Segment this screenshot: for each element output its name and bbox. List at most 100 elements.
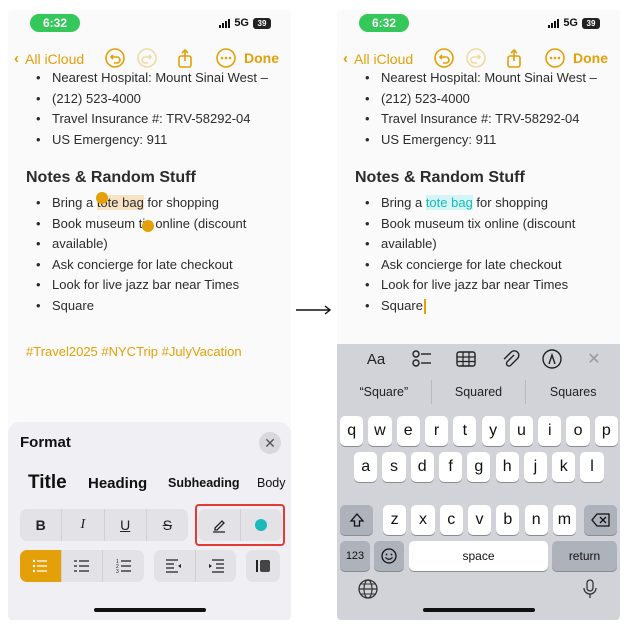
more-icon[interactable] xyxy=(544,47,566,69)
share-icon[interactable] xyxy=(503,47,525,69)
underline-button[interactable]: U xyxy=(105,509,147,541)
key-a[interactable]: a xyxy=(354,452,378,482)
key-t[interactable]: t xyxy=(453,416,477,446)
key-m[interactable]: m xyxy=(552,505,577,535)
markup-pen-icon[interactable] xyxy=(541,348,563,370)
note-body[interactable]: Nearest Hospital: Mount Sinai West – (21… xyxy=(26,68,281,359)
list-item: Look for live jazz bar near Times xyxy=(26,275,281,296)
emergency-list: Nearest Hospital: Mount Sinai West – (21… xyxy=(26,68,281,150)
key-o[interactable]: o xyxy=(566,416,590,446)
back-button[interactable]: ‹ All iCloud xyxy=(343,50,413,67)
style-heading[interactable]: Heading xyxy=(88,475,147,492)
key-w[interactable]: w xyxy=(368,416,392,446)
back-button[interactable]: ‹ All iCloud xyxy=(14,50,84,67)
section-heading: Notes & Random Stuff xyxy=(26,169,196,186)
key-j[interactable]: j xyxy=(523,452,548,482)
key-f[interactable]: f xyxy=(438,452,463,482)
selection-end-handle[interactable] xyxy=(142,220,154,232)
numbers-key[interactable]: 123 xyxy=(340,541,370,571)
battery-icon: 39 xyxy=(253,17,271,29)
key-e[interactable]: e xyxy=(396,416,420,446)
bulleted-list-button[interactable] xyxy=(20,550,62,582)
phone-left-format-panel: 6:32 5G 39 ‹ All iCloud Done Nearest Hos… xyxy=(8,10,291,620)
emoji-icon xyxy=(381,548,397,564)
globe-icon[interactable] xyxy=(357,578,379,600)
key-l[interactable]: l xyxy=(580,452,604,482)
shift-icon xyxy=(349,513,364,527)
dashed-list-button[interactable] xyxy=(62,550,104,582)
style-body[interactable]: Body xyxy=(257,476,286,490)
chevron-left-icon: ‹ xyxy=(14,50,19,67)
note-body[interactable]: Nearest Hospital: Mount Sinai West – (21… xyxy=(355,68,610,316)
key-h[interactable]: h xyxy=(495,452,519,482)
status-indicators: 5G 39 xyxy=(219,17,271,29)
list-item: Travel Insurance #: TRV-58292-04 xyxy=(26,109,281,130)
key-c[interactable]: c xyxy=(439,505,463,535)
indent-group xyxy=(154,550,236,582)
key-g[interactable]: g xyxy=(467,452,491,482)
key-n[interactable]: n xyxy=(524,505,548,535)
redo-icon[interactable] xyxy=(136,47,158,69)
emoji-key[interactable] xyxy=(374,541,404,571)
style-title[interactable]: Title xyxy=(28,472,67,494)
indent-button[interactable] xyxy=(196,550,237,582)
text-style-group: B I U S xyxy=(20,509,188,541)
key-q[interactable]: q xyxy=(340,416,364,446)
back-label: All iCloud xyxy=(25,50,85,67)
format-text-button[interactable]: Aa xyxy=(365,348,387,370)
undo-icon[interactable] xyxy=(433,47,455,69)
key-k[interactable]: k xyxy=(552,452,576,482)
paperclip-icon[interactable] xyxy=(499,348,521,370)
shift-key[interactable] xyxy=(340,505,373,535)
return-key[interactable]: return xyxy=(552,541,617,571)
highlighted-text[interactable]: tote bag xyxy=(425,195,473,210)
status-time: 6:32 xyxy=(359,14,409,32)
key-p[interactable]: p xyxy=(594,416,618,446)
key-d[interactable]: d xyxy=(410,452,434,482)
space-key[interactable]: space xyxy=(409,541,548,571)
close-icon[interactable]: ✕ xyxy=(583,348,605,370)
key-v[interactable]: v xyxy=(467,505,492,535)
suggestion[interactable]: Squares xyxy=(526,380,620,404)
dashed-list-icon xyxy=(74,560,89,572)
undo-icon[interactable] xyxy=(104,47,126,69)
list-item-highlighted[interactable]: Bring a tote bag for shopping xyxy=(355,193,610,214)
bold-button[interactable]: B xyxy=(20,509,63,541)
outdent-button[interactable] xyxy=(154,550,196,582)
done-button[interactable]: Done xyxy=(573,50,608,66)
italic-button[interactable]: I xyxy=(62,509,105,541)
list-item-selected[interactable]: Bring a tote bag for shopping xyxy=(26,193,281,214)
checklist-icon[interactable] xyxy=(411,348,433,370)
selection-start-handle[interactable] xyxy=(96,192,108,204)
microphone-icon[interactable] xyxy=(579,578,601,600)
strikethrough-button[interactable]: S xyxy=(147,509,188,541)
hashtags[interactable]: #Travel2025 #NYCTrip #JulyVacation xyxy=(26,344,281,359)
key-y[interactable]: y xyxy=(481,416,505,446)
key-i[interactable]: i xyxy=(538,416,562,446)
list-item: Square xyxy=(26,296,281,317)
key-x[interactable]: x xyxy=(411,505,435,535)
key-u[interactable]: u xyxy=(509,416,534,446)
list-style-group: 123 xyxy=(20,550,144,582)
numbered-list-button[interactable]: 123 xyxy=(103,550,144,582)
done-button[interactable]: Done xyxy=(244,50,279,66)
key-s[interactable]: s xyxy=(382,452,406,482)
key-b[interactable]: b xyxy=(496,505,520,535)
emergency-list: Nearest Hospital: Mount Sinai West – (21… xyxy=(355,68,610,150)
keyboard-toolbar: Aa ✕ xyxy=(337,344,620,374)
style-subheading[interactable]: Subheading xyxy=(168,476,240,490)
comparison-canvas: 6:32 5G 39 ‹ All iCloud Done Nearest Hos… xyxy=(0,0,628,628)
close-format-button[interactable]: ✕ xyxy=(259,432,281,454)
list-item: Ask concierge for late checkout xyxy=(355,255,610,276)
redo-icon[interactable] xyxy=(465,47,487,69)
delete-key[interactable] xyxy=(584,505,617,535)
key-z[interactable]: z xyxy=(383,505,407,535)
share-icon[interactable] xyxy=(174,47,196,69)
suggestion[interactable]: Squared xyxy=(432,380,527,404)
more-icon[interactable] xyxy=(215,47,237,69)
block-quote-button[interactable] xyxy=(246,550,280,582)
table-icon[interactable] xyxy=(455,348,477,370)
list-item: Ask concierge for late checkout xyxy=(26,255,281,276)
key-r[interactable]: r xyxy=(424,416,449,446)
suggestion[interactable]: “Square” xyxy=(337,380,432,404)
